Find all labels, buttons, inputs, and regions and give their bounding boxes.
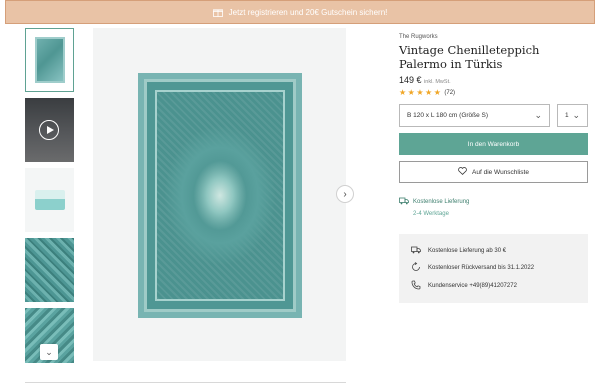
price-value: 149 € xyxy=(399,75,422,85)
delivery-time: 2-4 Werktage xyxy=(413,211,449,217)
phone-icon xyxy=(411,280,421,292)
star-icon: ★ xyxy=(416,88,424,97)
gift-icon xyxy=(212,8,223,17)
delivery-icon xyxy=(399,197,409,207)
wishlist-label: Auf die Wunschliste xyxy=(472,168,529,176)
benefit-text: Kostenloser Rückversand bis 31.1.2022 xyxy=(428,265,535,272)
product-info: The Rugworks Vintage Chenilleteppich Pal… xyxy=(399,28,589,97)
quantity-value: 1 xyxy=(565,112,569,119)
thumbnail-bedroom[interactable] xyxy=(25,168,74,232)
thumbnail-rug-detail-1[interactable] xyxy=(25,238,74,302)
divider xyxy=(25,382,346,383)
add-to-wishlist-button[interactable]: Auf die Wunschliste xyxy=(399,161,588,183)
thumbnail-scroll-down-button[interactable]: ⌄ xyxy=(40,344,58,360)
chevron-down-icon: ⌄ xyxy=(534,110,542,120)
price-note: inkl. MwSt. xyxy=(424,79,451,85)
rating-count: (72) xyxy=(444,90,456,96)
benefit-text: Kostenlose Lieferung ab 30 € xyxy=(428,247,507,254)
chevron-right-icon: › xyxy=(343,188,347,200)
star-icon: ★ xyxy=(433,88,441,97)
benefit-text: Kundenservice +49(89)41207272 xyxy=(428,282,517,289)
benefits-box: Kostenlose Lieferung ab 30 € Kostenloser… xyxy=(399,234,588,303)
chevron-down-icon: ⌄ xyxy=(45,346,53,357)
product-brand[interactable]: The Rugworks xyxy=(399,34,589,40)
thumbnail-video[interactable] xyxy=(25,98,74,162)
thumbnail-rug-flat[interactable] xyxy=(25,28,74,92)
chevron-down-icon: ⌄ xyxy=(572,110,580,120)
main-product-image[interactable] xyxy=(93,28,346,361)
thumbnail-list xyxy=(25,28,74,363)
star-icon: ★ xyxy=(425,88,433,97)
size-value: B 120 x L 180 cm (Größe S) xyxy=(407,112,489,119)
product-title: Vintage Chenilleteppich Palermo in Türki… xyxy=(399,43,540,71)
return-icon xyxy=(411,262,421,274)
delivery-info: Kostenlose Lieferung 2-4 Werktage xyxy=(399,197,469,217)
star-icon: ★ xyxy=(407,88,415,97)
promo-banner[interactable]: Jetzt registrieren und 20€ Gutschein sic… xyxy=(5,0,595,24)
add-to-cart-button[interactable]: In den Warenkorb xyxy=(399,133,588,155)
next-image-button[interactable]: › xyxy=(336,185,354,203)
rating[interactable]: ★ ★ ★ ★ ★ (72) xyxy=(399,89,589,97)
product-price: 149 € inkl. MwSt. xyxy=(399,75,589,85)
size-select[interactable]: B 120 x L 180 cm (Größe S) ⌄ xyxy=(399,104,550,127)
truck-icon xyxy=(411,246,421,256)
benefit-free-returns: Kostenloser Rückversand bis 31.1.2022 xyxy=(411,260,576,278)
play-icon xyxy=(39,120,59,140)
benefit-customer-service[interactable]: Kundenservice +49(89)41207272 xyxy=(411,277,576,295)
heart-icon xyxy=(458,167,467,177)
rug-image xyxy=(138,73,302,318)
quantity-select[interactable]: 1 ⌄ xyxy=(557,104,588,127)
promo-text: Jetzt registrieren und 20€ Gutschein sic… xyxy=(228,7,388,17)
delivery-free-text: Kostenlose Lieferung xyxy=(413,199,470,205)
star-icon: ★ xyxy=(399,88,407,97)
benefit-free-shipping: Kostenlose Lieferung ab 30 € xyxy=(411,242,576,260)
